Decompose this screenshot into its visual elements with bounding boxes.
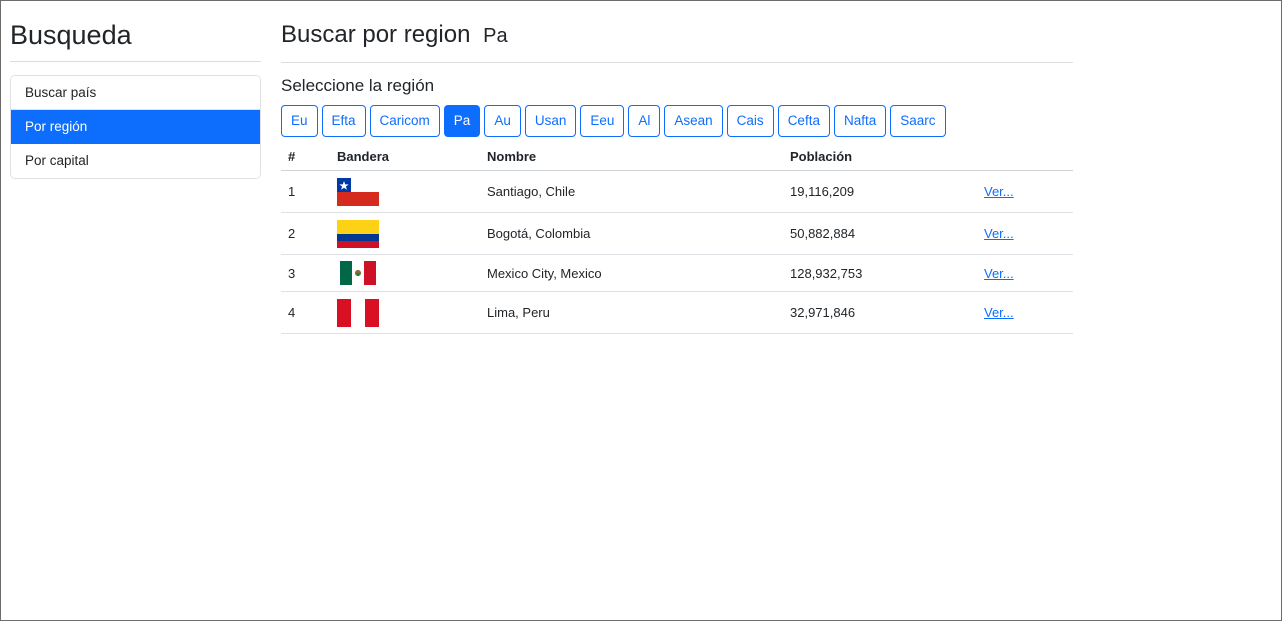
header-number: # (281, 142, 330, 172)
header-flag: Bandera (330, 142, 480, 172)
sidebar-item-por-region[interactable]: Por región (11, 110, 260, 145)
page-title-text: Buscar por region (281, 21, 471, 48)
mexico-flag (340, 261, 376, 286)
page-title: Buscar por region Pa (281, 21, 1073, 63)
row-name: Mexico City, Mexico (480, 254, 783, 293)
row-population: 50,882,884 (783, 212, 977, 256)
row-population: 32,971,846 (783, 291, 977, 335)
region-selector-heading: Seleccione la región (281, 75, 435, 95)
row-flag (330, 212, 480, 256)
region-button-cais[interactable]: Cais (726, 104, 774, 137)
row-number: 4 (281, 291, 330, 335)
row-flag (330, 291, 480, 335)
region-button-asean[interactable]: Asean (664, 104, 723, 137)
colombia-flag (337, 219, 379, 248)
header-actions (977, 142, 1073, 172)
sidebar-menu: Buscar país Por región Por capital (10, 75, 261, 180)
sidebar-title: Busqueda (10, 19, 261, 63)
region-button-efta[interactable]: Efta (321, 104, 366, 137)
sidebar-item-buscar-pais[interactable]: Buscar país (11, 76, 260, 111)
region-button-usan[interactable]: Usan (524, 104, 577, 137)
table-row: 3 Mexico City, Mexico 128,932,753 Ver... (281, 254, 1073, 293)
ver-link[interactable]: Ver... (984, 305, 1014, 320)
ver-link[interactable]: Ver... (984, 226, 1014, 241)
row-population: 19,116,209 (783, 170, 977, 214)
row-name: Lima, Peru (480, 291, 783, 335)
sidebar: Busqueda Buscar país Por región Por capi… (10, 19, 261, 180)
row-number: 2 (281, 212, 330, 256)
sidebar-item-por-capital[interactable]: Por capital (11, 144, 260, 179)
region-button-saarc[interactable]: Saarc (890, 104, 946, 137)
region-button-pa[interactable]: Pa (443, 104, 481, 137)
region-button-eeu[interactable]: Eeu (580, 104, 625, 137)
region-button-eu[interactable]: Eu (281, 104, 318, 137)
row-name: Bogotá, Colombia (480, 212, 783, 256)
header-population: Población (783, 142, 977, 172)
region-button-group: Eu Efta Caricom Pa Au Usan Eeu Al Asean … (281, 104, 1073, 137)
table-row: 4 Lima, Peru 32,971,846 Ver... (281, 291, 1073, 335)
table-row: 1 Santiago, Chile 19,116,209 Ver... (281, 170, 1073, 214)
ver-link[interactable]: Ver... (984, 266, 1014, 281)
row-population: 128,932,753 (783, 254, 977, 293)
table-header-row: # Bandera Nombre Población (281, 142, 1073, 172)
region-button-cefta[interactable]: Cefta (777, 104, 830, 137)
main-content: Buscar por region Pa Seleccione la regió… (281, 21, 1073, 335)
table-row: 2 Bogotá, Colombia 50,882,884 Ver... (281, 212, 1073, 256)
row-number: 3 (281, 254, 330, 293)
row-flag (330, 254, 480, 293)
region-button-caricom[interactable]: Caricom (369, 104, 440, 137)
region-button-al[interactable]: Al (628, 104, 661, 137)
row-number: 1 (281, 170, 330, 214)
row-name: Santiago, Chile (480, 170, 783, 214)
header-name: Nombre (480, 142, 783, 172)
row-flag (330, 170, 480, 214)
ver-link[interactable]: Ver... (984, 184, 1014, 199)
region-button-au[interactable]: Au (484, 104, 521, 137)
peru-flag (337, 298, 379, 327)
region-button-nafta[interactable]: Nafta (833, 104, 887, 137)
countries-table: # Bandera Nombre Población 1 Santiago, C… (281, 142, 1073, 335)
chile-flag (337, 177, 379, 206)
selected-region-label: Pa (483, 25, 508, 47)
